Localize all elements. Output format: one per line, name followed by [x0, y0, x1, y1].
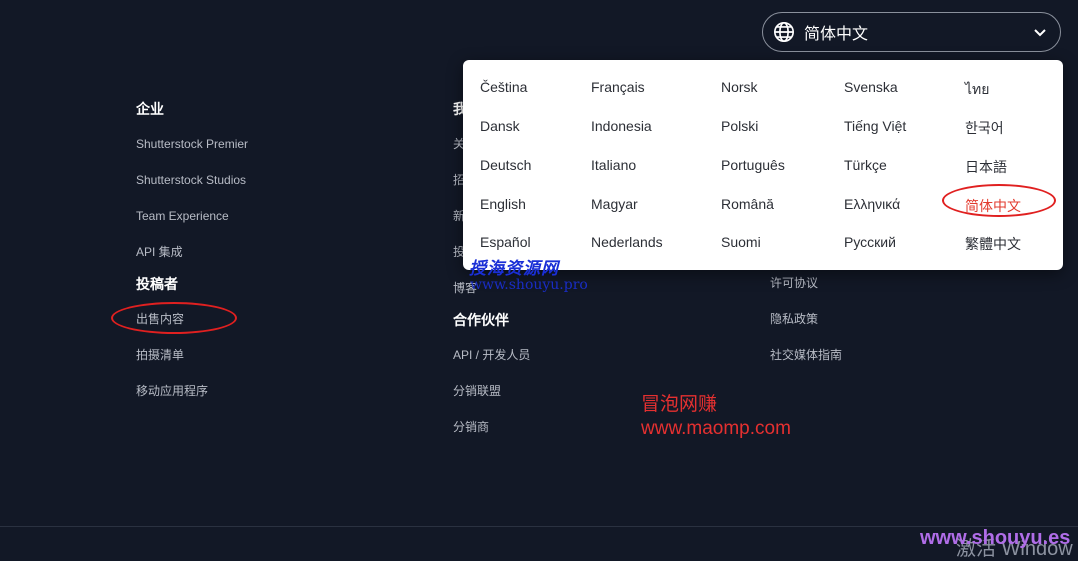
language-option[interactable]: Polski — [721, 118, 758, 134]
footer-link[interactable]: 分销联盟 — [453, 383, 501, 399]
language-option[interactable]: Italiano — [591, 157, 636, 173]
footer-link[interactable]: Shutterstock Studios — [136, 172, 246, 188]
language-option[interactable]: Suomi — [721, 234, 761, 250]
language-option[interactable]: Русский — [844, 234, 896, 250]
language-option[interactable]: 繁體中文 — [965, 234, 1021, 254]
language-option[interactable]: Ελληνικά — [844, 196, 900, 212]
chevron-down-icon — [1034, 29, 1046, 37]
footer-heading-contributors: 投稿者 — [136, 276, 178, 292]
language-option[interactable]: Tiếng Việt — [844, 118, 906, 134]
language-option-selected[interactable]: 简体中文 — [965, 196, 1021, 216]
language-option[interactable]: Norsk — [721, 79, 758, 95]
footer-link[interactable]: 许可协议 — [770, 275, 818, 291]
language-option[interactable]: Türkçe — [844, 157, 887, 173]
language-option[interactable]: Português — [721, 157, 785, 173]
footer-link[interactable]: 社交媒体指南 — [770, 347, 842, 363]
language-option[interactable]: Español — [480, 234, 531, 250]
footer-link[interactable]: Team Experience — [136, 208, 229, 224]
language-selector[interactable]: 简体中文 — [762, 12, 1061, 52]
language-dropdown: Čeština Dansk Deutsch English Español Fr… — [463, 60, 1063, 270]
watermark-url: www.shouyu.pro — [470, 277, 588, 293]
language-option[interactable]: Nederlands — [591, 234, 663, 250]
footer-link[interactable]: API 集成 — [136, 244, 183, 260]
globe-icon — [774, 22, 794, 42]
language-option[interactable]: Română — [721, 196, 774, 212]
footer-link[interactable]: 拍摄清单 — [136, 347, 184, 363]
language-option[interactable]: Indonesia — [591, 118, 652, 134]
current-language: 简体中文 — [804, 26, 869, 43]
footer-heading-enterprise: 企业 — [136, 101, 164, 117]
language-option[interactable]: 한국어 — [965, 118, 1004, 138]
watermark-text: 冒泡网赚 — [641, 394, 718, 415]
language-option[interactable]: Čeština — [480, 79, 527, 95]
language-option[interactable]: Français — [591, 79, 645, 95]
footer-link[interactable]: 隐私政策 — [770, 311, 818, 327]
language-option[interactable]: English — [480, 196, 526, 212]
language-option[interactable]: 日本語 — [965, 157, 1007, 177]
footer-link[interactable]: Shutterstock Premier — [136, 136, 248, 152]
language-option[interactable]: Deutsch — [480, 157, 531, 173]
watermark-url: www.maomp.com — [641, 418, 791, 439]
watermark-text: 授海资源网 — [469, 259, 559, 279]
language-option[interactable]: Svenska — [844, 79, 898, 95]
language-option[interactable]: Dansk — [480, 118, 520, 134]
footer-link-sell-content[interactable]: 出售内容 — [136, 311, 184, 327]
footer-heading-partners: 合作伙伴 — [453, 312, 509, 328]
language-option[interactable]: Magyar — [591, 196, 638, 212]
footer-divider — [0, 526, 1078, 527]
footer-link[interactable]: API / 开发人员 — [453, 347, 530, 363]
footer-link[interactable]: 分销商 — [453, 419, 489, 435]
watermark-url: www.shouyu.es — [920, 527, 1071, 549]
footer-link[interactable]: 移动应用程序 — [136, 383, 208, 399]
language-option[interactable]: ไทย — [965, 79, 989, 101]
